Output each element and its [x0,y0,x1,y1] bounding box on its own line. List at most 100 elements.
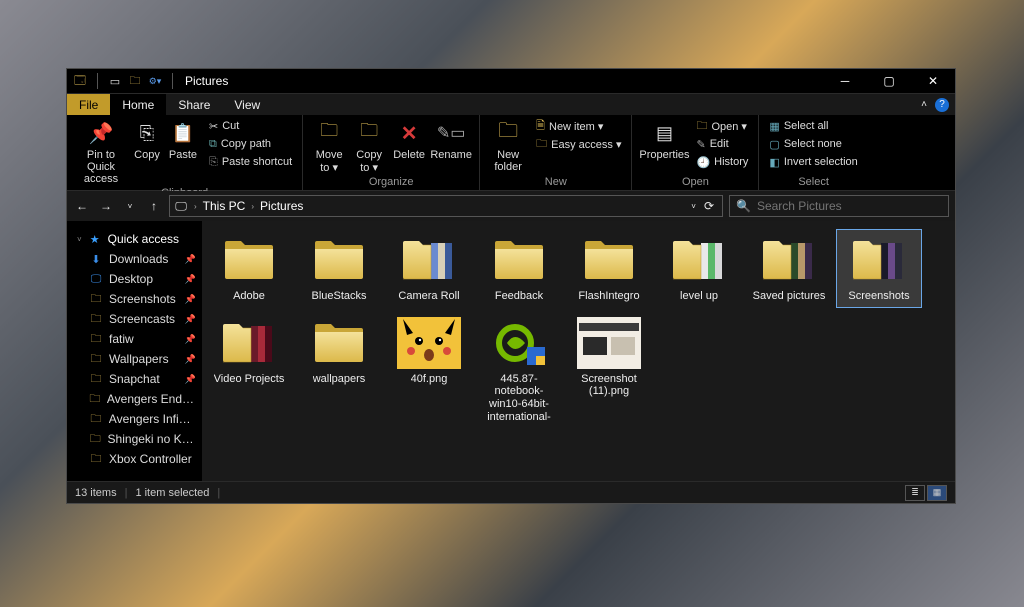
properties-button[interactable]: ▤ Properties [638,117,690,163]
select-all-button[interactable]: ▦Select all [765,117,861,135]
sidebar-item[interactable]: 🗀Shingeki no Kyojin [67,429,202,449]
up-button[interactable]: ↑ [145,197,163,215]
qat-properties-icon[interactable]: ▭ [106,72,124,90]
pin-icon: 📌 [185,274,196,285]
address-dropdown-icon[interactable]: ˅ [691,202,696,211]
search-box[interactable]: 🔍 [729,195,949,217]
tab-file[interactable]: File [67,94,110,115]
paste-shortcut-button[interactable]: ⎘Paste shortcut [205,153,296,171]
sidebar-item-label: fatiw [109,332,134,346]
sidebar-item-label: Downloads [109,252,168,266]
sidebar-item[interactable]: 🗀Snapchat📌 [67,369,202,389]
pin-icon: 📌 [185,254,196,265]
folder-item[interactable]: Saved pictures [746,229,832,308]
breadcrumb-root[interactable]: This PC [203,199,246,213]
file-item[interactable]: Screenshot (11).png [566,312,652,426]
recent-locations-button[interactable]: ˅ [121,197,139,215]
delete-button[interactable]: ✕ Delete [389,117,429,163]
thumbnail [217,317,281,369]
folder-item[interactable]: Adobe [206,229,292,308]
tab-view[interactable]: View [222,94,272,115]
cut-button[interactable]: ✂Cut [205,117,296,135]
forward-button[interactable]: → [97,197,115,215]
qat-newfolder-icon[interactable]: 🗀 [126,72,144,90]
close-button[interactable]: ✕ [911,69,955,93]
sidebar-item[interactable]: 🗀fatiw📌 [67,329,202,349]
qat-customize-icon[interactable]: ⚙▾ [146,72,164,90]
item-label: Screenshot (11).png [569,373,649,398]
ribbon-group-new: 🗀 New folder 🗎New item ▾ 🗀Easy access ▾ … [480,115,632,190]
thumbnail [487,317,551,369]
folder-item[interactable]: BlueStacks [296,229,382,308]
edit-button[interactable]: ✎Edit [692,135,752,153]
breadcrumb-current[interactable]: Pictures [260,199,303,213]
file-item[interactable]: 40f.png [386,312,472,426]
pasteshortcut-icon: ⎘ [209,156,218,169]
sidebar-quick-access[interactable]: ˅ ★ Quick access [67,229,202,249]
sidebar-item[interactable]: 🗀Screenshots📌 [67,289,202,309]
tab-share[interactable]: Share [166,94,222,115]
sidebar-item-label: Wallpapers [109,352,169,366]
minimize-button[interactable]: ─ [823,69,867,93]
folder-item[interactable]: wallpapers [296,312,382,426]
file-explorer-window: 🗔 ▭ 🗀 ⚙▾ Pictures ─ ▢ ✕ File Home Share … [66,68,956,504]
folder-item[interactable]: FlashIntegro [566,229,652,308]
ribbon-group-clipboard: 📌 Pin to Quick access ⎘ Copy 📋 Paste ✂Cu… [67,115,303,190]
sidebar-item[interactable]: 🗀Xbox Controller [67,449,202,469]
folder-icon: 🗀 [89,352,103,366]
tab-home[interactable]: Home [110,94,166,115]
sidebar-item[interactable]: ⬇ Downloads 📌 [67,249,202,269]
body: ˅ ★ Quick access ⬇Downloads📌🖵Desktop📌🗀Sc… [67,221,955,481]
invert-selection-button[interactable]: ◧Invert selection [765,153,861,171]
status-count: 13 items [75,487,117,499]
open-button[interactable]: 🗀Open ▾ [692,117,752,135]
easy-access-button[interactable]: 🗀Easy access ▾ [532,135,625,153]
sidebar-item[interactable]: 🗀Wallpapers📌 [67,349,202,369]
new-item-button[interactable]: 🗎New item ▾ [532,117,625,135]
newfolder-icon: 🗀 [494,119,522,147]
move-to-button[interactable]: 🗀 Move to ▾ [309,117,349,176]
pin-icon: 📌 [185,334,196,345]
folder-item[interactable]: Video Projects [206,312,292,426]
back-button[interactable]: ← [73,197,91,215]
folder-item[interactable]: Feedback [476,229,562,308]
paste-button[interactable]: 📋 Paste [165,117,201,163]
sidebar-item[interactable]: 🖵Desktop📌 [67,269,202,289]
sidebar-item[interactable]: 🗀Screencasts📌 [67,309,202,329]
address-bar[interactable]: 🖵 › This PC › Pictures ˅ ⟳ [169,195,723,217]
pin-to-quick-access-button[interactable]: 📌 Pin to Quick access [73,117,129,187]
pin-icon: 📌 [185,294,196,305]
folder-item[interactable]: Camera Roll [386,229,472,308]
file-item[interactable]: 445.87-notebook-win10-64bit-internationa… [476,312,562,426]
item-label: Camera Roll [398,290,459,303]
item-label: Adobe [233,290,265,303]
selectall-icon: ▦ [769,120,779,133]
collapse-ribbon-icon[interactable]: ˄ [921,99,927,110]
maximize-button[interactable]: ▢ [867,69,911,93]
ribbon-group-select: ▦Select all ▢Select none ◧Invert selecti… [759,115,867,190]
copy-icon: ⎘ [133,119,161,147]
select-none-button[interactable]: ▢Select none [765,135,861,153]
copy-button[interactable]: ⎘ Copy [129,117,165,163]
download-icon: ⬇ [89,252,103,266]
content-area[interactable]: Adobe BlueStacks Camera Roll Feedback Fl… [202,221,955,481]
new-folder-button[interactable]: 🗀 New folder [486,117,530,175]
thumbnail [847,234,911,286]
item-label: BlueStacks [311,290,366,303]
history-button[interactable]: 🕘History [692,153,752,171]
folder-item[interactable]: level up [656,229,742,308]
item-label: 445.87-notebook-win10-64bit-internationa… [479,373,559,421]
view-details-button[interactable]: ≣ [905,485,925,501]
view-icons-button[interactable]: ▦ [927,485,947,501]
copy-path-button[interactable]: ⧉Copy path [205,135,296,153]
copy-to-button[interactable]: 🗀 Copy to ▾ [349,117,389,176]
help-icon[interactable]: ? [935,98,949,112]
sidebar-item[interactable]: 🗀Avengers Infinity [67,409,202,429]
ribbon-group-open: ▤ Properties 🗀Open ▾ ✎Edit 🕘History Open [632,115,759,190]
rename-button[interactable]: ✎▭ Rename [429,117,473,163]
folder-item[interactable]: Screenshots [836,229,922,308]
ribbon-tabs: File Home Share View ˄ ? [67,93,955,115]
sidebar-item[interactable]: 🗀Avengers Endgame [67,389,202,409]
search-input[interactable] [757,199,942,213]
refresh-button[interactable]: ⟳ [704,199,714,213]
